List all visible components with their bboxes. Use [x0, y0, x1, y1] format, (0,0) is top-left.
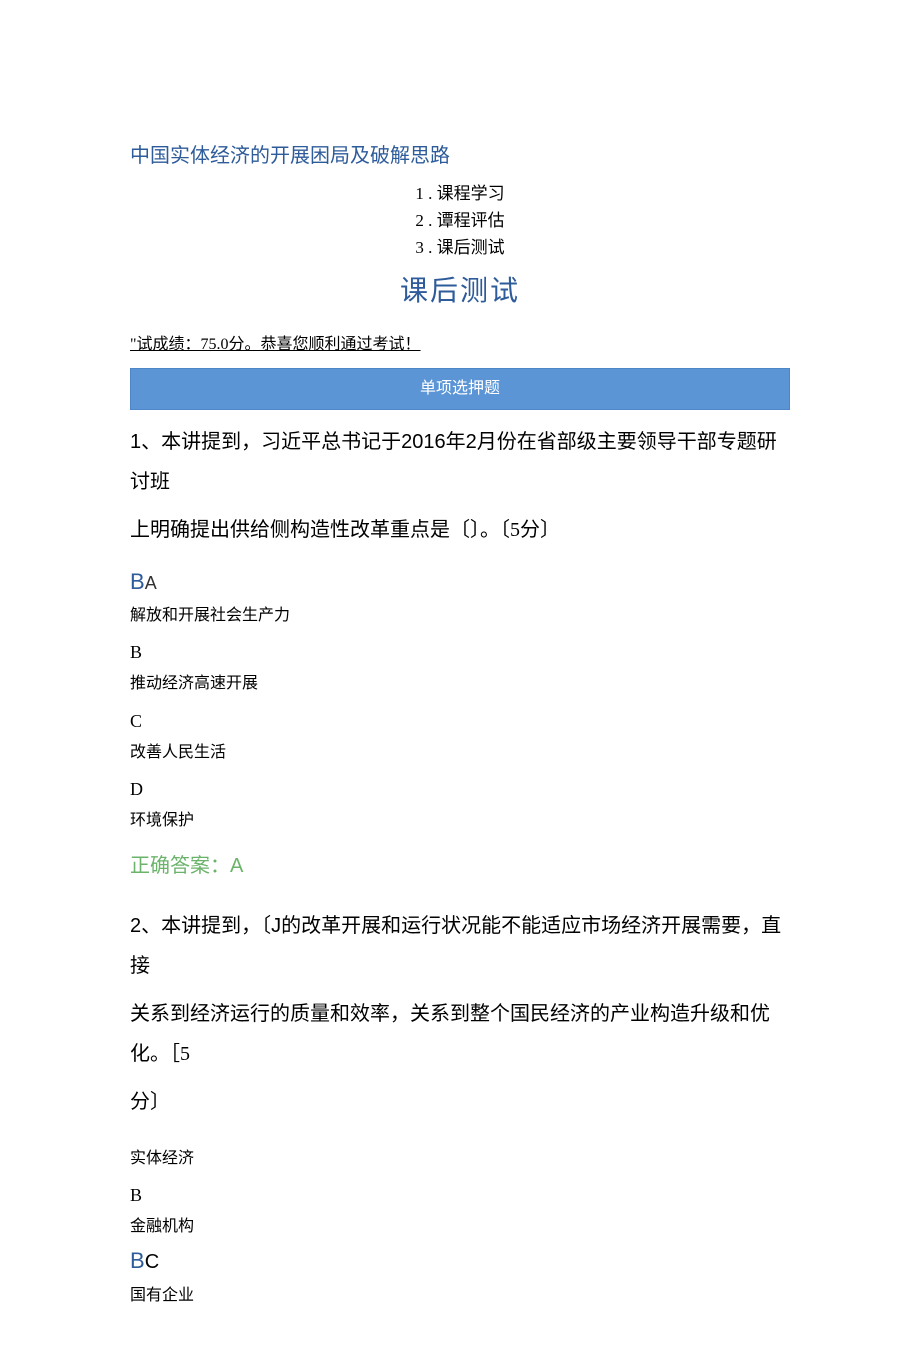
- section-bar-single-choice: 单项选押题: [130, 368, 790, 410]
- tab-evaluate[interactable]: 2 . 谭程评估: [130, 207, 790, 234]
- q2-option-a-text[interactable]: 实体经济: [130, 1146, 790, 1172]
- tab-study[interactable]: 1 . 课程学习: [130, 180, 790, 207]
- q2-stem-text-a: 、本讲提到，〔: [141, 915, 271, 937]
- score-line: "试成绩：75.0分。恭喜您顺利通过考试！: [130, 332, 790, 358]
- q1-selected-prefix: B: [130, 569, 145, 594]
- tabs-list: 1 . 课程学习 2 . 谭程评估 3 . 课后测试: [130, 180, 790, 262]
- q2-selected-letter: C: [145, 1251, 159, 1273]
- q2-stem-line2: 关系到经济运行的质量和效率，关系到整个国民经济的产业构造升级和优化。［5: [130, 994, 790, 1074]
- q1-option-b-key[interactable]: B: [130, 638, 790, 667]
- q2-stem: 2、本讲提到，〔J的改革开展和运行状况能不能适应市场经济开展需要，直接: [130, 906, 790, 986]
- q2-stem-line3: 分〕: [130, 1082, 790, 1122]
- q1-stem-text-b: 年: [446, 431, 466, 453]
- q1-stem-line2: 上明确提出供给侧构造性改革重点是〔〕。〔5分〕: [130, 510, 790, 550]
- q2-number: 2: [130, 915, 141, 937]
- section-heading: 课后测试: [130, 270, 790, 315]
- q1-selected-letter: A: [145, 573, 157, 593]
- q2-selected-prefix: B: [130, 1248, 145, 1273]
- q1-correct-label: 正确答案：: [130, 855, 230, 877]
- q1-stem: 1、本讲提到，习近平总书记于2016年2月份在省部级主要领导干部专题研讨班: [130, 422, 790, 502]
- q2-selected-marker: BC: [130, 1243, 790, 1278]
- q1-selected-marker: BA: [130, 564, 790, 599]
- q1-option-b-text[interactable]: 推动经济高速开展: [130, 671, 790, 697]
- q2-option-b-key[interactable]: B: [130, 1181, 790, 1210]
- q2-blank-letter: J: [271, 915, 281, 937]
- q1-month: 2: [466, 431, 477, 453]
- q1-stem-text-a: 、本讲提到，习近平总书记于: [141, 431, 401, 453]
- q2-option-b-text[interactable]: 金融机构: [130, 1214, 790, 1240]
- q2-option-c-text[interactable]: 国有企业: [130, 1283, 790, 1309]
- q1-correct-value: A: [230, 855, 243, 877]
- q1-option-d-text[interactable]: 环境保护: [130, 808, 790, 834]
- q1-number: 1: [130, 431, 141, 453]
- tab-test[interactable]: 3 . 课后测试: [130, 234, 790, 261]
- page-title: 中国实体经济的开展困局及破解思路: [130, 140, 790, 172]
- q1-option-d-key[interactable]: D: [130, 775, 790, 804]
- q1-year: 2016: [401, 431, 446, 453]
- q1-option-c-text[interactable]: 改善人民生活: [130, 740, 790, 766]
- q1-correct-answer: 正确答案：A: [130, 850, 790, 882]
- q1-option-a-text[interactable]: 解放和开展社会生产力: [130, 603, 790, 629]
- q1-option-c-key[interactable]: C: [130, 707, 790, 736]
